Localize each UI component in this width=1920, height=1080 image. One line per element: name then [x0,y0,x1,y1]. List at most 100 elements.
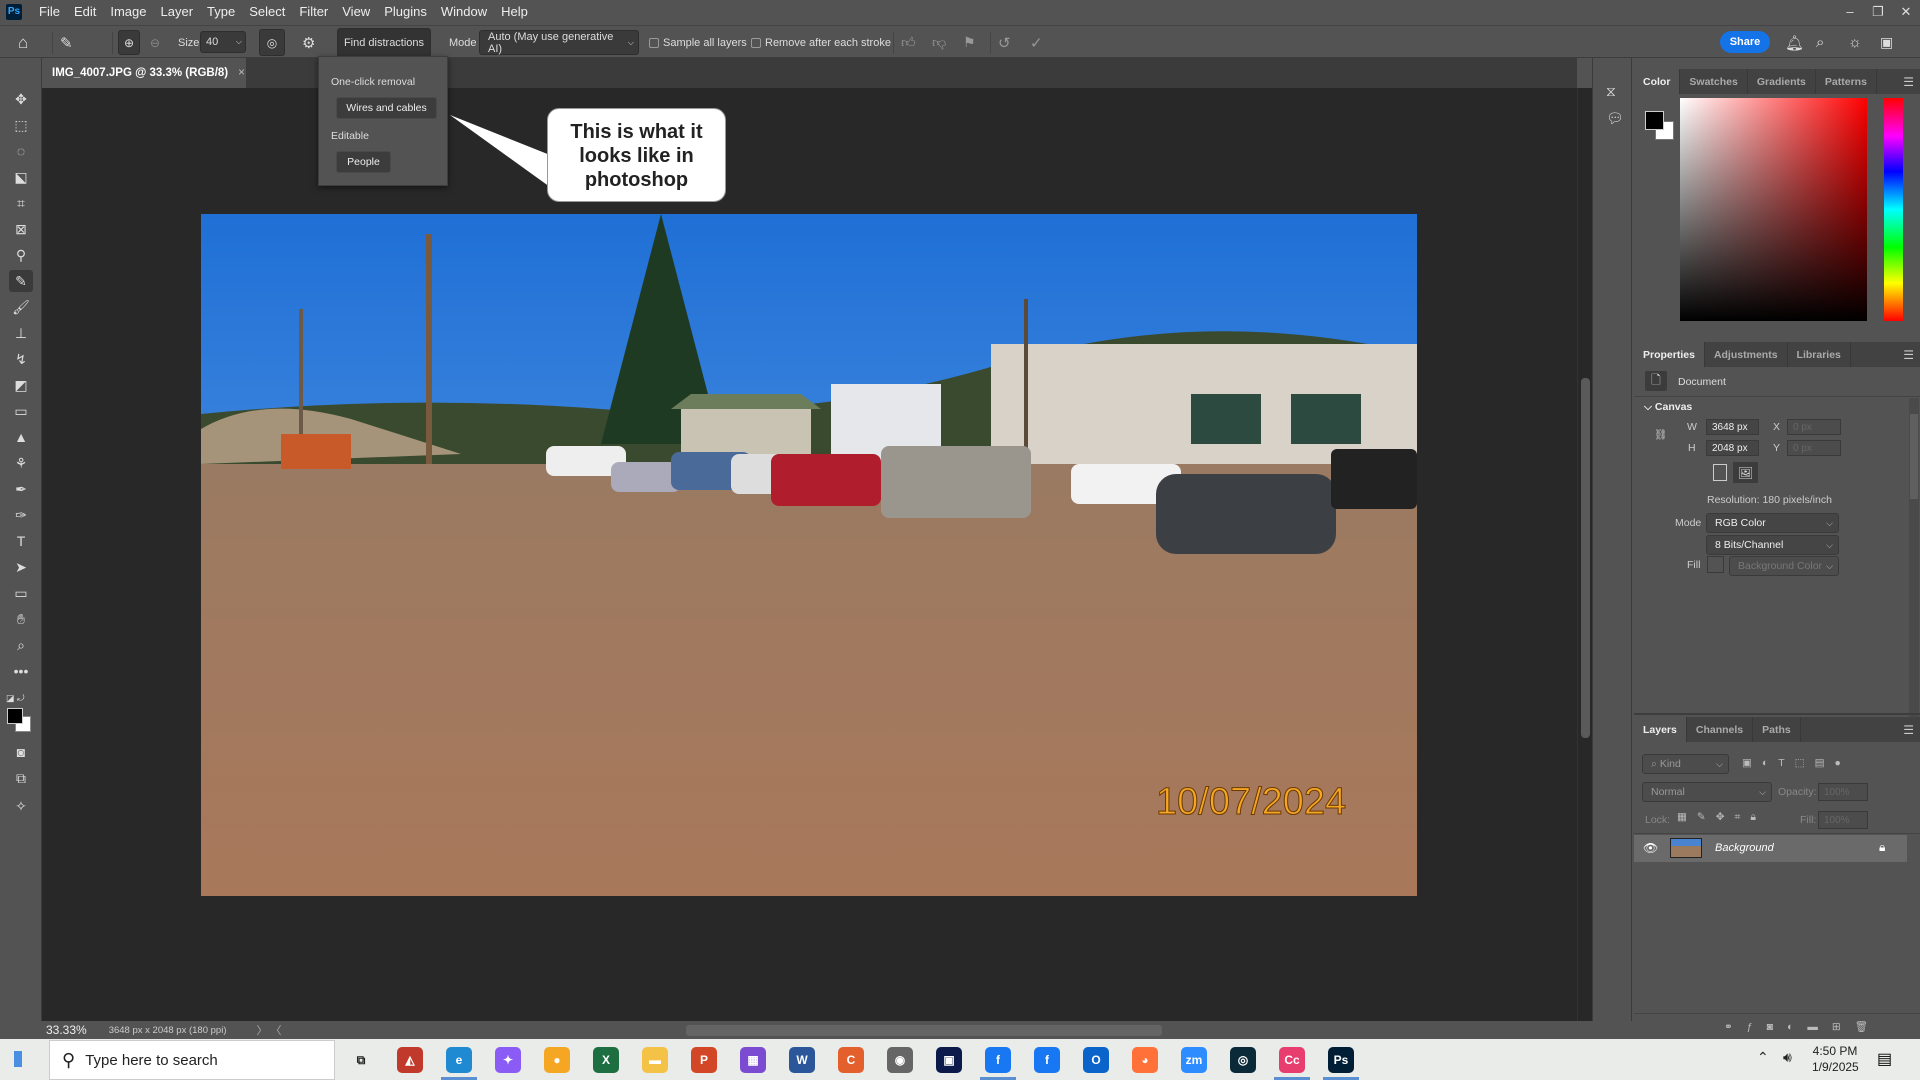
tab-paths[interactable]: Paths [1753,717,1801,742]
taskbar-app-task-view-icon[interactable]: ⧉ [348,1047,374,1073]
swap-colors-icon[interactable]: ◪ ⤾ [6,693,25,704]
menu-image[interactable]: Image [103,4,153,19]
add-mode-icon[interactable]: ⊕ [118,30,140,55]
y-input[interactable]: 0 px [1787,440,1841,456]
taskbar-app-firefox-icon[interactable]: ◕ [1132,1047,1158,1073]
menu-file[interactable]: File [32,4,67,19]
height-input[interactable]: 2048 px [1706,440,1759,456]
document-tab[interactable]: IMG_4007.JPG @ 33.3% (RGB/8) × [42,58,246,88]
zoom-level[interactable]: 33.33% [46,1023,87,1037]
x-input[interactable]: 0 px [1787,419,1841,435]
taskbar-app-dark-app-icon[interactable]: ▣ [936,1047,962,1073]
history-panel-icon[interactable]: ⧖ [1606,83,1616,100]
tab-swatches[interactable]: Swatches [1680,69,1748,94]
layer-filter-icons[interactable]: ▣◐T⬚▤● [1742,757,1851,769]
marquee-tool-icon[interactable]: ⬚ [9,114,33,136]
bit-depth-dropdown[interactable]: 8 Bits/Channel ⌵ [1706,535,1839,555]
dodge-tool-icon[interactable]: ⚘ [9,452,33,474]
eyedropper-tool-icon[interactable]: ⚲ [9,244,33,266]
remove-after-stroke-checkbox[interactable]: Remove after each stroke [751,26,891,59]
taskbar-app-grey-app-icon[interactable]: ◉ [887,1047,913,1073]
remove-tool-icon[interactable]: ✎ [60,26,73,59]
frame-tool-icon[interactable]: ⊠ [9,218,33,240]
lock-icon[interactable]: 🔒︎ [1879,840,1885,855]
sample-all-layers-checkbox[interactable]: Sample all layers [649,26,747,59]
rectangle-tool-icon[interactable]: ▭ [9,582,33,604]
menu-view[interactable]: View [335,4,377,19]
discover-icon[interactable]: ☼ [1848,26,1862,59]
horizontal-scrollbar[interactable] [686,1025,1162,1036]
taskbar-app-outlook-icon[interactable]: O [1083,1047,1109,1073]
home-icon[interactable]: ⌂ [18,26,28,59]
layer-fill-input[interactable]: 100% [1818,811,1868,829]
generative-icon[interactable]: ✧ [9,795,33,817]
people-button[interactable]: People [336,151,391,173]
start-icon[interactable] [14,1051,30,1067]
flag-icon[interactable]: ⚑ [963,26,976,59]
foreground-color-swatch[interactable] [7,708,23,724]
notifications-icon[interactable]: ▤ [1877,1049,1892,1069]
gradient-tool-icon[interactable]: ▭ [9,400,33,422]
tab-properties[interactable]: Properties [1634,342,1705,367]
clone-stamp-tool-icon[interactable]: ⊥ [9,322,33,344]
tab-patterns[interactable]: Patterns [1816,69,1877,94]
taskbar-app-photoshop-icon[interactable]: Ps [1328,1047,1354,1073]
taskbar-app-camera-raw-icon[interactable]: ◎ [1230,1047,1256,1073]
gear-icon[interactable]: ⚙ [302,26,315,59]
layer-row-background[interactable]: 👁︎ Background 🔒︎ [1634,835,1907,862]
color-field[interactable] [1680,98,1867,321]
layer-filter-kind[interactable]: ⌕ Kind ⌵ [1642,754,1729,774]
taskbar-search[interactable]: ⚲ Type here to search [49,1040,335,1080]
landscape-orientation-icon[interactable]: 🖼︎ [1733,462,1758,483]
minimize-icon[interactable]: – [1836,4,1864,19]
taskbar-app-creative-cloud-icon[interactable]: Cc [1279,1047,1305,1073]
taskbar-app-powerpoint-icon[interactable]: P [691,1047,717,1073]
layer-action-icons[interactable]: ⚭ƒ◙◐▬⊞🗑︎ [1724,1020,1882,1033]
lasso-tool-icon[interactable]: ◌ [9,140,33,162]
taskbar-app-file-explorer-icon[interactable]: ▬ [642,1047,668,1073]
eye-icon[interactable]: 👁︎ [1643,841,1658,855]
taskbar-app-excel-icon[interactable]: X [593,1047,619,1073]
taskbar-app-edge-icon[interactable]: e [446,1047,472,1073]
scroll-thumb[interactable] [1581,378,1590,738]
volume-icon[interactable]: 🔊︎ [1783,1049,1792,1066]
mode-dropdown[interactable]: Auto (May use generative AI) ⌵ [479,30,639,55]
menu-filter[interactable]: Filter [292,4,335,19]
blend-mode-dropdown[interactable]: Normal ⌵ [1642,782,1772,802]
taskbar-app-facebook-icon[interactable]: f [985,1047,1011,1073]
thumbs-up-icon[interactable]: 👍︎ [901,26,916,59]
menu-select[interactable]: Select [242,4,292,19]
taskbar-app-copilot-icon[interactable]: ✦ [495,1047,521,1073]
tab-layers[interactable]: Layers [1634,717,1687,742]
panel-menu-icon[interactable]: ☰ [1903,342,1920,367]
taskbar-app-puzzle-app-icon[interactable]: ▦ [740,1047,766,1073]
menu-help[interactable]: Help [494,4,535,19]
menu-plugins[interactable]: Plugins [377,4,434,19]
type-tool-icon[interactable]: T [9,530,33,552]
link-icon[interactable]: ⛓ [1654,428,1667,441]
fill-color-swatch[interactable] [1707,556,1724,573]
taskbar-app-orange-app-icon[interactable]: ● [544,1047,570,1073]
panel-menu-icon[interactable]: ☰ [1903,717,1920,742]
path-select-tool-icon[interactable]: ➤ [9,556,33,578]
vertical-scrollbar[interactable] [1577,88,1592,1021]
screen-mode-icon[interactable]: ⧉ [9,767,33,789]
opacity-input[interactable]: 100% [1818,783,1868,801]
color-mode-dropdown[interactable]: RGB Color ⌵ [1706,513,1839,533]
photo-canvas[interactable]: 10/07/2024 [201,214,1417,896]
tab-gradients[interactable]: Gradients [1748,69,1816,94]
hand-tool-icon[interactable]: ✋︎ [9,608,33,630]
quick-mask-icon[interactable]: ◙ [9,741,33,763]
hue-slider[interactable] [1884,98,1903,321]
wires-and-cables-button[interactable]: Wires and cables [336,97,437,119]
tray-chevron-icon[interactable]: ⌃ [1757,1049,1769,1066]
width-input[interactable]: 3648 px [1706,419,1759,435]
menu-edit[interactable]: Edit [67,4,103,19]
restore-icon[interactable]: ❐ [1864,4,1892,20]
foreground-color[interactable] [1645,111,1664,130]
properties-scrollbar[interactable] [1909,398,1919,740]
portrait-orientation-icon[interactable] [1713,464,1727,481]
taskbar-app-app-red-green-icon[interactable]: ◭ [397,1047,423,1073]
find-distractions-button[interactable]: Find distractions [337,28,431,57]
workspace-icon[interactable]: ▣ [1880,26,1893,59]
